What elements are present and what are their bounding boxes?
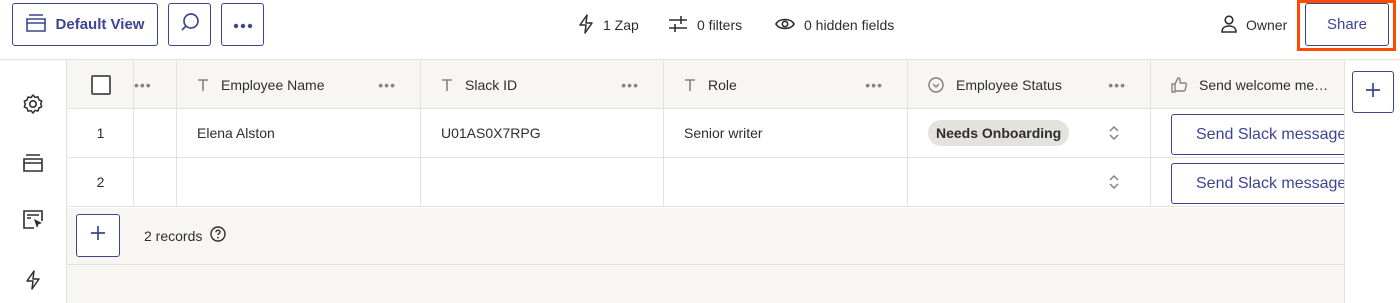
send-slack-message-button[interactable]: Send Slack message — [1171, 163, 1344, 204]
table-row[interactable]: 2 Send Slack message — [68, 158, 1344, 207]
zap-label: 1 Zap — [603, 17, 639, 33]
table-row[interactable]: 1 Elena Alston U01AS0X7RPG Senior writer… — [68, 109, 1344, 158]
row-number: 2 — [96, 174, 105, 190]
column-label: Employee Name — [221, 76, 325, 93]
right-sidebar — [1344, 61, 1400, 303]
hidden-column-header: ••• — [134, 61, 177, 108]
toolbar: Default View 1 Zap 0 filters 0 hidden fi… — [0, 0, 1400, 60]
column-label: Employee Status — [956, 76, 1062, 93]
column-header-slack-id[interactable]: Slack ID ••• — [421, 61, 664, 108]
eye-icon — [775, 17, 795, 34]
role-cell[interactable] — [664, 158, 908, 206]
column-header-send-welcome[interactable]: Send welcome me… — [1151, 61, 1344, 108]
column-header-role[interactable]: Role ••• — [664, 61, 908, 108]
records-count: 2 records — [144, 226, 227, 245]
share-button[interactable]: Share — [1305, 3, 1389, 46]
thumbs-up-icon — [1171, 76, 1187, 93]
cell-value: Elena Alston — [197, 125, 275, 141]
text-type-icon — [441, 78, 453, 91]
text-type-icon — [684, 78, 696, 91]
more-options-button[interactable] — [221, 3, 264, 46]
column-menu-icon[interactable]: ••• — [378, 77, 396, 93]
column-header-employee-status[interactable]: Employee Status ••• — [908, 61, 1151, 108]
status-circle-icon — [928, 76, 944, 93]
default-view-button[interactable]: Default View — [12, 3, 158, 46]
column-label: Role — [708, 76, 737, 93]
column-label: Slack ID — [465, 76, 518, 93]
status-badge: Needs Onboarding — [928, 120, 1070, 146]
filter-sliders-icon — [668, 15, 688, 36]
default-view-label: Default View — [55, 16, 145, 33]
row-number-cell: 1 — [68, 109, 134, 157]
view-icon — [25, 13, 46, 36]
hidden-fields-button[interactable]: 0 hidden fields — [775, 14, 894, 36]
send-welcome-cell: Send Slack message — [1151, 109, 1344, 157]
interface-icon[interactable] — [22, 209, 44, 231]
cell-value: U01AS0X7RPG — [441, 125, 541, 141]
employee-status-cell[interactable]: Needs Onboarding — [908, 109, 1151, 157]
plus-icon — [90, 225, 106, 246]
column-header-employee-name[interactable]: Employee Name ••• — [177, 61, 421, 108]
owner-indicator[interactable]: Owner — [1221, 14, 1287, 36]
column-label: Send welcome me… — [1199, 76, 1329, 93]
slack-id-cell[interactable]: U01AS0X7RPG — [421, 109, 664, 157]
hidden-fields-label: 0 hidden fields — [804, 17, 895, 33]
chevron-updown-icon[interactable] — [1108, 173, 1120, 194]
text-type-icon — [197, 78, 209, 91]
search-button[interactable] — [168, 3, 211, 46]
add-record-button[interactable] — [76, 214, 120, 257]
left-sidebar — [0, 61, 67, 303]
owner-label: Owner — [1246, 17, 1288, 33]
views-icon[interactable] — [22, 152, 44, 174]
help-icon[interactable] — [210, 226, 227, 245]
user-icon — [1221, 14, 1237, 36]
zap-icon — [578, 13, 594, 37]
zap-button[interactable]: 1 Zap — [578, 13, 639, 37]
search-icon — [180, 12, 200, 37]
row-number: 1 — [96, 125, 105, 141]
employee-name-cell[interactable] — [177, 158, 421, 206]
select-all-cell — [68, 61, 134, 108]
chevron-updown-icon[interactable] — [1108, 124, 1120, 145]
table-footer: 2 records — [68, 208, 1344, 265]
add-column-button[interactable] — [1352, 71, 1394, 113]
employee-name-cell[interactable]: Elena Alston — [177, 109, 421, 157]
plus-icon — [1365, 82, 1381, 103]
hidden-cell[interactable] — [134, 158, 177, 206]
share-label: Share — [1326, 16, 1368, 33]
slack-id-cell[interactable] — [421, 158, 664, 206]
select-all-checkbox[interactable] — [90, 74, 111, 95]
send-welcome-cell: Send Slack message — [1151, 158, 1344, 206]
column-menu-icon[interactable]: ••• — [134, 77, 152, 93]
filters-button[interactable]: 0 filters — [668, 14, 742, 36]
hidden-cell[interactable] — [134, 109, 177, 157]
settings-gear-icon[interactable] — [22, 93, 44, 115]
zap-rail-icon[interactable] — [22, 269, 44, 291]
table-header-row: ••• Employee Name ••• Slack ID ••• Role … — [68, 61, 1344, 109]
employee-status-cell[interactable] — [908, 158, 1151, 206]
data-table: ••• Employee Name ••• Slack ID ••• Role … — [68, 61, 1344, 208]
column-menu-icon[interactable]: ••• — [1108, 77, 1126, 93]
records-label: 2 records — [144, 227, 203, 244]
role-cell[interactable]: Senior writer — [664, 109, 908, 157]
row-number-cell: 2 — [68, 158, 134, 206]
more-icon — [233, 16, 253, 34]
column-menu-icon[interactable]: ••• — [621, 77, 639, 93]
send-slack-message-button[interactable]: Send Slack message — [1171, 114, 1344, 155]
cell-value: Senior writer — [684, 125, 763, 141]
column-menu-icon[interactable]: ••• — [865, 77, 883, 93]
filters-label: 0 filters — [697, 17, 743, 33]
